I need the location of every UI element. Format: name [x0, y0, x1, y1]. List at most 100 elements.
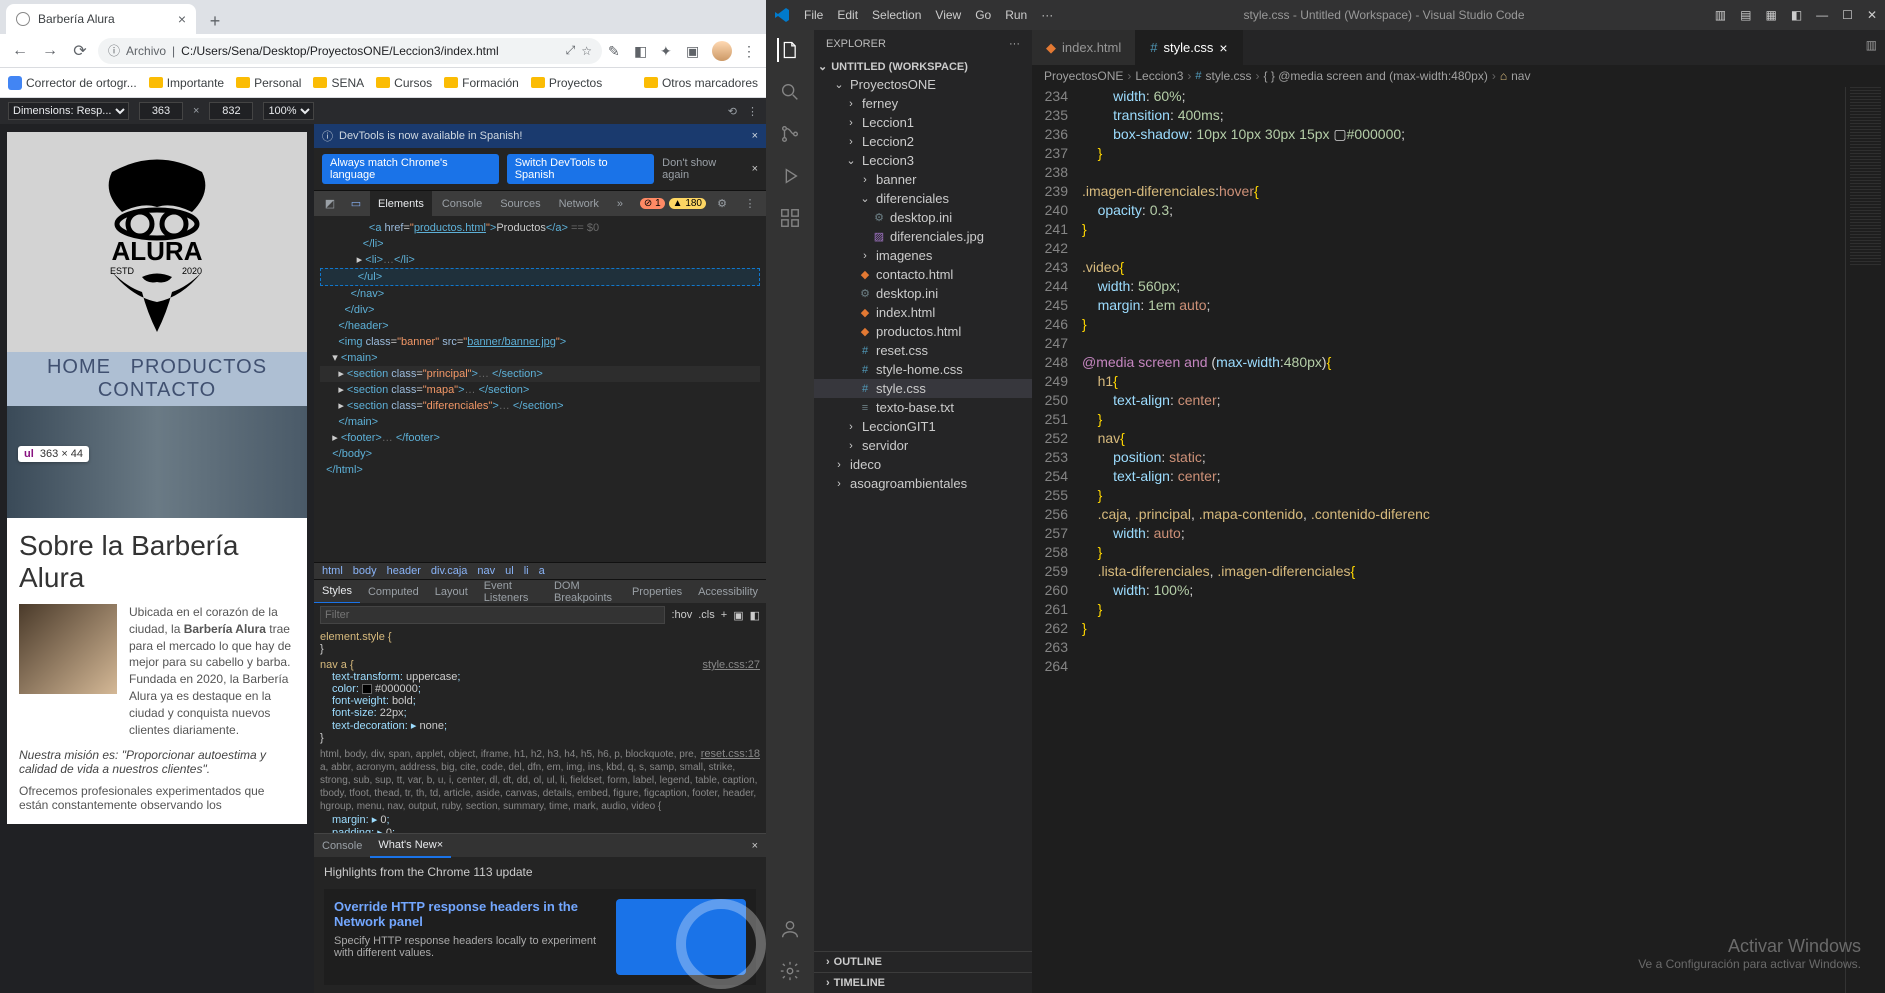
more-icon[interactable]: ⋮ [747, 105, 758, 118]
profile-avatar[interactable] [712, 41, 732, 61]
maximize-icon[interactable]: ☐ [1842, 8, 1853, 22]
menu-run[interactable]: Run [1005, 8, 1027, 22]
timeline-section[interactable]: ›TIMELINE [814, 972, 1032, 993]
account-icon[interactable] [778, 917, 802, 941]
bookmark-item[interactable]: Formación [444, 76, 519, 90]
close-icon[interactable]: × [437, 839, 443, 851]
zoom-select[interactable]: 100% [263, 102, 314, 120]
tree-folder[interactable]: ProyectosONE [814, 75, 1032, 94]
menu-selection[interactable]: Selection [872, 8, 921, 22]
height-input[interactable] [209, 102, 253, 120]
always-match-button[interactable]: Always match Chrome's language [322, 154, 499, 184]
settings-icon[interactable]: ⚙ [710, 191, 734, 217]
minimap[interactable] [1845, 87, 1885, 993]
bookmark-item[interactable]: Corrector de ortogr... [8, 76, 137, 90]
sidebar-icon[interactable]: ◧ [750, 609, 760, 622]
browser-tab[interactable]: Barbería Alura × [6, 4, 196, 34]
tab-whatsnew[interactable]: What's New × [370, 834, 451, 858]
close-drawer-icon[interactable]: × [744, 840, 766, 852]
layout-icon[interactable]: ▤ [1740, 8, 1751, 22]
tab-props[interactable]: Properties [624, 580, 690, 604]
width-input[interactable] [139, 102, 183, 120]
extensions-icon[interactable]: ✦ [660, 43, 676, 59]
warn-badge[interactable]: ▲ 180 [669, 198, 706, 209]
layout-icon[interactable]: ▦ [1765, 8, 1776, 22]
tab-network[interactable]: Network [551, 191, 607, 217]
hov-toggle[interactable]: :hov [671, 609, 692, 621]
close-tab-icon[interactable]: × [1219, 40, 1227, 56]
tab-computed[interactable]: Computed [360, 580, 427, 604]
tree-file[interactable]: ≡texto-base.txt [814, 398, 1032, 417]
explorer-more-icon[interactable]: ··· [1009, 38, 1020, 50]
menu-file[interactable]: File [804, 8, 823, 22]
styles-filter-input[interactable] [320, 606, 665, 624]
split-editor-icon[interactable]: ▥ [1858, 30, 1885, 65]
new-tab-button[interactable]: + [202, 8, 228, 34]
reload-button[interactable]: ⟳ [68, 39, 92, 63]
plus-icon[interactable]: + [721, 609, 727, 621]
workspace-title[interactable]: ⌄UNTITLED (WORKSPACE) [814, 58, 1032, 75]
tree-file[interactable]: ⚙desktop.ini [814, 284, 1032, 303]
tab-elements[interactable]: Elements [370, 191, 432, 217]
extensions-icon[interactable] [778, 206, 802, 230]
tab-console[interactable]: Console [434, 191, 490, 217]
switch-spanish-button[interactable]: Switch DevTools to Spanish [507, 154, 654, 184]
search-icon[interactable] [778, 80, 802, 104]
kebab-menu-icon[interactable]: ⋮ [742, 43, 758, 59]
explorer-icon[interactable] [777, 38, 801, 62]
translate-icon[interactable]: ⤢ [566, 43, 576, 58]
tree-file[interactable]: ◆productos.html [814, 322, 1032, 341]
side-panel-icon[interactable]: ▣ [686, 43, 702, 59]
tree-folder[interactable]: Leccion1 [814, 113, 1032, 132]
tree-file[interactable]: ◆contacto.html [814, 265, 1032, 284]
styles-pane[interactable]: element.style { } style.css:27 nav a { t… [314, 627, 766, 833]
tree-folder[interactable]: ferney [814, 94, 1032, 113]
tab-a11y[interactable]: Accessibility [690, 580, 766, 604]
tree-folder[interactable]: servidor [814, 436, 1032, 455]
layout-icon[interactable]: ▥ [1715, 8, 1726, 22]
menu-go[interactable]: Go [975, 8, 991, 22]
tab-sources[interactable]: Sources [492, 191, 548, 217]
bookmark-item[interactable]: SENA [313, 76, 364, 90]
tree-file[interactable]: #style-home.css [814, 360, 1032, 379]
inspect-icon[interactable]: ◩ [318, 191, 342, 217]
tree-folder[interactable]: banner [814, 170, 1032, 189]
tab-layout[interactable]: Layout [427, 580, 476, 604]
tree-file[interactable]: #style.css [814, 379, 1032, 398]
close-icon[interactable]: ✕ [1867, 8, 1877, 22]
source-control-icon[interactable] [778, 122, 802, 146]
editor-tab[interactable]: ◆index.html [1032, 30, 1136, 65]
layout-icon[interactable]: ◧ [1791, 8, 1802, 22]
tree-folder[interactable]: LeccionGIT1 [814, 417, 1032, 436]
back-button[interactable]: ← [8, 39, 32, 63]
tree-file[interactable]: #reset.css [814, 341, 1032, 360]
star-icon[interactable]: ☆ [581, 44, 592, 58]
breadcrumb[interactable]: ProyectosONE› Leccion3› #style.css› { } … [1032, 65, 1885, 87]
tree-file[interactable]: ⚙desktop.ini [814, 208, 1032, 227]
page-nav[interactable]: HOME PRODUCTOS CONTACTO [7, 352, 307, 406]
tree-folder[interactable]: asoagroambientales [814, 474, 1032, 493]
tab-events[interactable]: Event Listeners [476, 580, 546, 604]
tree-file[interactable]: ▨diferenciales.jpg [814, 227, 1032, 246]
tree-folder[interactable]: diferenciales [814, 189, 1032, 208]
other-bookmarks[interactable]: Otros marcadores [644, 76, 758, 90]
debug-icon[interactable] [778, 164, 802, 188]
editor-tab[interactable]: #style.css× [1136, 30, 1242, 65]
bookmark-item[interactable]: Cursos [376, 76, 432, 90]
pen-icon[interactable]: ✎ [608, 43, 624, 59]
tab-styles[interactable]: Styles [314, 580, 360, 604]
device-select[interactable]: Dimensions: Resp... [8, 102, 129, 120]
ext1-icon[interactable]: ◧ [634, 43, 650, 59]
cls-toggle[interactable]: .cls [698, 609, 715, 621]
forward-button[interactable]: → [38, 39, 62, 63]
menu-view[interactable]: View [935, 8, 961, 22]
minimize-icon[interactable]: — [1816, 8, 1828, 22]
settings-gear-icon[interactable] [778, 959, 802, 983]
device-toggle-icon[interactable]: ▭ [344, 191, 368, 217]
tree-file[interactable]: ◆index.html [814, 303, 1032, 322]
tree-folder[interactable]: imagenes [814, 246, 1032, 265]
dom-breadcrumb[interactable]: html body header div.caja nav ul li a [314, 562, 766, 579]
bookmark-item[interactable]: Importante [149, 76, 224, 90]
menu-edit[interactable]: Edit [837, 8, 858, 22]
address-bar[interactable]: ⓘ Archivo | C:/Users/Sena/Desktop/Proyec… [98, 38, 602, 64]
